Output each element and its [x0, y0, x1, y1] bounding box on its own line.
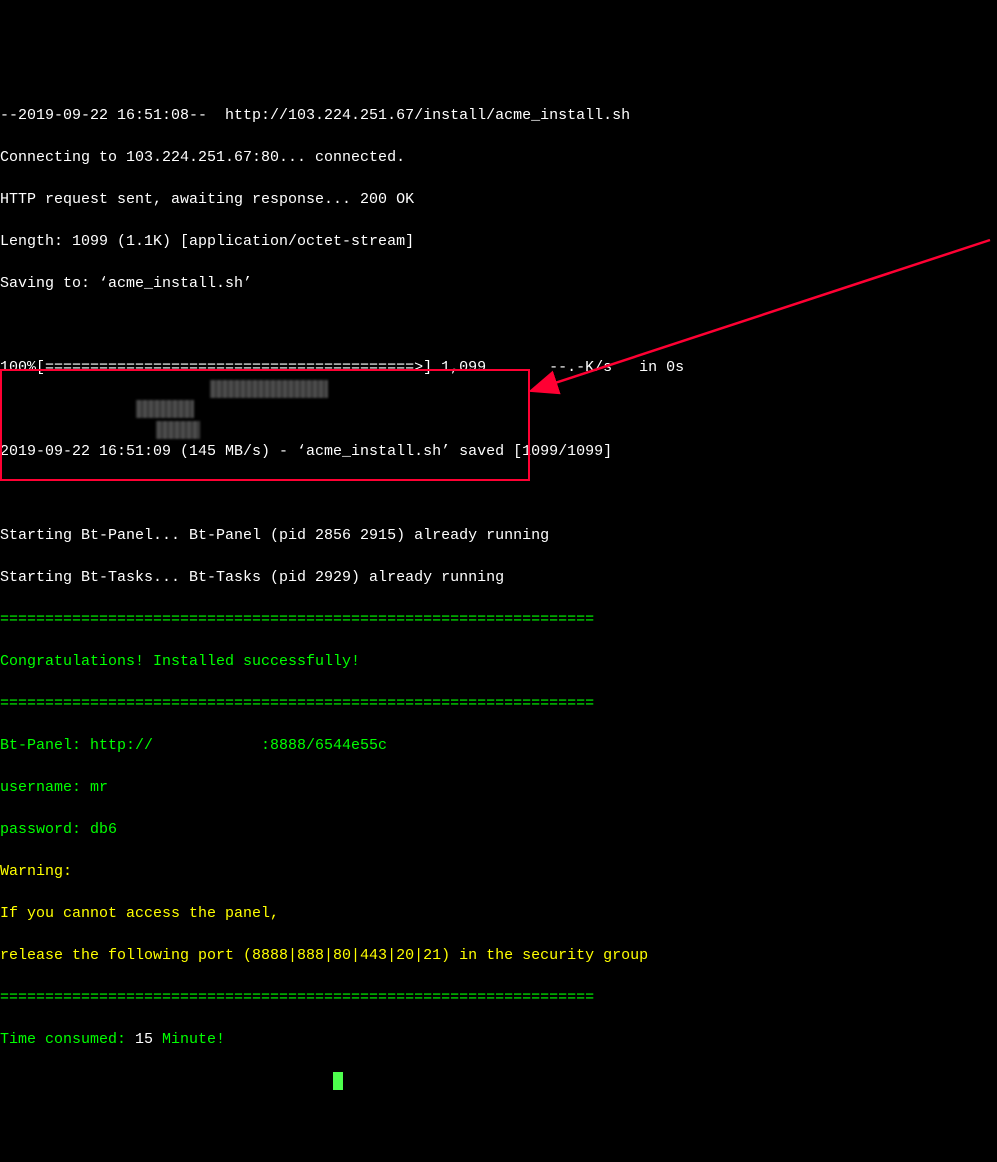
output-line: Length: 1099 (1.1K) [application/octet-s… [0, 231, 997, 252]
output-line [0, 483, 997, 504]
terminal-cursor [333, 1072, 343, 1090]
time-suffix: Minute! [153, 1031, 225, 1048]
warning-line: release the following port (8888|888|80|… [0, 945, 997, 966]
output-line: Starting Bt-Panel... Bt-Panel (pid 2856 … [0, 525, 997, 546]
warning-header: Warning: [0, 861, 997, 882]
warning-line: If you cannot access the panel, [0, 903, 997, 924]
separator-line: ========================================… [0, 693, 997, 714]
separator-line: ========================================… [0, 609, 997, 630]
separator-line: ========================================… [0, 987, 997, 1008]
username-line: username: mr [0, 777, 997, 798]
output-line: Starting Bt-Tasks... Bt-Tasks (pid 2929)… [0, 567, 997, 588]
time-label: Time consumed: [0, 1031, 135, 1048]
output-line: Connecting to 103.224.251.67:80... conne… [0, 147, 997, 168]
output-line [0, 399, 997, 420]
password-line: password: db6 [0, 819, 997, 840]
output-line: Saving to: ‘acme_install.sh’ [0, 273, 997, 294]
time-value: 15 [135, 1031, 153, 1048]
output-line: 100%[===================================… [0, 357, 997, 378]
terminal-output[interactable]: --2019-09-22 16:51:08-- http://103.224.2… [0, 84, 997, 1113]
output-line: HTTP request sent, awaiting response... … [0, 189, 997, 210]
output-line [0, 1071, 997, 1092]
panel-url-line: Bt-Panel: http:// :8888/6544e55c [0, 735, 997, 756]
time-consumed-line: Time consumed: 15 Minute! [0, 1029, 997, 1050]
output-line: --2019-09-22 16:51:08-- http://103.224.2… [0, 105, 997, 126]
output-line: 2019-09-22 16:51:09 (145 MB/s) - ‘acme_i… [0, 441, 997, 462]
output-line [0, 315, 997, 336]
success-message: Congratulations! Installed successfully! [0, 651, 997, 672]
